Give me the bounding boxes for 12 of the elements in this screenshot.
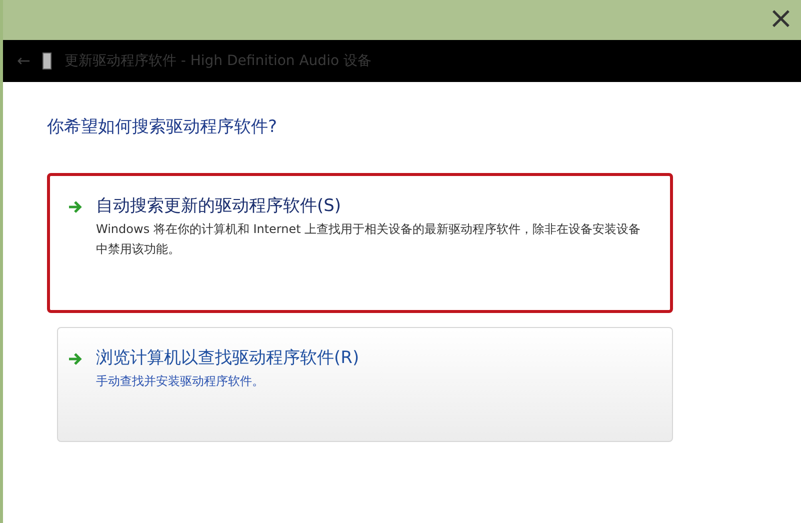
option-description: 手动查找并安装驱动程序软件。 — [96, 373, 265, 390]
arrow-icon — [68, 200, 84, 214]
option-button[interactable]: 自动搜索更新的驱动程序软件(S) Windows 将在你的计算机和 Internet 上查找用于相关设备的最新驱动程序软件，除非在设备安装设备中禁用该功能。 — [47, 172, 673, 312]
question-heading: 你希望如何搜索驱动程序软件? — [47, 116, 278, 139]
option-title: 自动搜索更新的驱动程序软件(S) — [96, 194, 342, 218]
device-icon — [42, 52, 52, 70]
arrow-icon — [68, 352, 84, 366]
close-button[interactable]: × — [761, 1, 801, 37]
option-description: Windows 将在你的计算机和 Internet 上查找用于相关设备的最新驱动程序软件，除非在设备安装设备中禁用该功能。 — [96, 221, 642, 258]
header-title: 更新驱动程序软件 - High Definition Audio 设备 — [64, 52, 372, 70]
option-button[interactable]: 浏览计算机以查找驱动程序软件(R) 手动查找并安装驱动程序软件。 — [57, 326, 673, 442]
option-title: 浏览计算机以查找驱动程序软件(R) — [96, 346, 360, 370]
